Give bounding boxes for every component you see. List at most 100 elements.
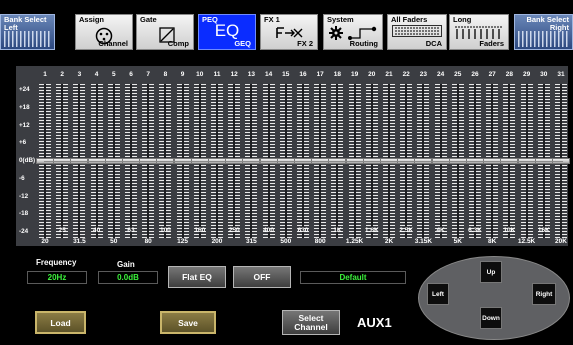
band-number-29: 29 (522, 71, 531, 78)
frequency-label: 3.15K (414, 238, 433, 245)
band-number-16: 16 (299, 71, 307, 78)
frequency-label: 20K (555, 238, 567, 245)
frequency-label: 4K (436, 227, 445, 234)
frequency-label: 8K (488, 238, 497, 245)
frequency-label: 2.5K (399, 227, 414, 234)
frequency-label: 50 (110, 238, 118, 245)
band-number-24: 24 (436, 71, 445, 78)
all-faders-button[interactable]: All Faders DCA (387, 14, 447, 50)
right-button[interactable]: Right (532, 283, 556, 305)
left-button[interactable]: Left (427, 283, 449, 305)
fx-subtitle: FX 2 (297, 39, 313, 48)
all-faders-title: All Faders (391, 15, 428, 24)
assign-channel-button[interactable]: Assign Channel (75, 14, 133, 50)
fx-effect-icon (276, 27, 303, 38)
channel-name-label: AUX1 (357, 315, 392, 330)
frequency-label: 63 (127, 227, 135, 234)
band-number-31: 31 (557, 71, 565, 78)
band-number-27: 27 (488, 71, 496, 78)
frequency-label: 160 (194, 227, 206, 234)
frequency-label: 1.6K (364, 227, 379, 234)
frequency-label: 16K (537, 227, 550, 234)
gate-subtitle: Comp (167, 39, 189, 48)
band-number-7: 7 (146, 71, 150, 78)
eq-main-label: EQ (214, 21, 240, 40)
frequency-label: 1K (333, 227, 342, 234)
frequency-label: 400 (263, 227, 275, 234)
fader-ticks-icon (518, 31, 569, 47)
band-number-19: 19 (350, 71, 359, 78)
all-faders-subtitle: DCA (425, 39, 442, 48)
band-number-2: 2 (60, 71, 64, 78)
frequency-display[interactable]: 20Hz (27, 271, 87, 284)
band-number-5: 5 (111, 71, 116, 78)
up-button[interactable]: Up (480, 261, 502, 283)
zero-db-line (44, 161, 563, 162)
frequency-label: 80 (144, 238, 152, 245)
band-number-20: 20 (368, 71, 376, 78)
frequency-label: 100 (159, 227, 171, 234)
frequency-label: 6.3K (468, 227, 482, 234)
system-routing-button[interactable]: System Routing (323, 14, 383, 50)
frequency-label: Frequency (36, 258, 77, 267)
bank-left-title: Bank Select Left (4, 15, 47, 32)
bank-right-title: Bank Select Right (526, 15, 569, 32)
eq-off-button[interactable]: OFF (233, 266, 291, 288)
band-number-21: 21 (385, 71, 393, 78)
bank-select-left-button[interactable]: Bank Select Left (0, 14, 55, 50)
gate-title: Gate (140, 15, 157, 24)
gain-label: Gain (117, 260, 135, 269)
band-number-9: 9 (180, 71, 185, 78)
frequency-label: 125 (177, 238, 189, 245)
band-number-18: 18 (333, 71, 341, 78)
band-number-11: 11 (213, 71, 221, 78)
band-number-3: 3 (77, 71, 82, 78)
gain-display[interactable]: 0.0dB (98, 271, 158, 284)
peq-subtitle: GEQ (234, 39, 251, 48)
long-fader-icon (455, 26, 503, 39)
frequency-label: 20 (41, 238, 49, 245)
band-number-15: 15 (282, 71, 290, 78)
navigation-pad: Up Left Right Down (418, 256, 570, 340)
geq-screen: Bank Select Left Assign Channel Gate Comp… (0, 0, 573, 345)
fader-grid-icon (392, 25, 442, 37)
band-number-6: 6 (129, 71, 133, 78)
frequency-label: 40 (92, 227, 101, 234)
band-number-28: 28 (505, 71, 513, 78)
assign-subtitle: Channel (98, 39, 128, 48)
gate-comp-button[interactable]: Gate Comp (136, 14, 194, 50)
frequency-label: 1.25K (345, 238, 364, 245)
graphic-eq-panel: 1 2 3 4 5 6 7 8 9 10 11 12 13 14 15 16 17 18 19 20 21 22 23 24 2… (16, 66, 570, 246)
load-button[interactable]: Load (35, 311, 86, 334)
system-subtitle: Routing (349, 39, 378, 48)
long-subtitle: Faders (479, 39, 504, 48)
band-number-14: 14 (264, 71, 273, 78)
band-number-30: 30 (540, 71, 548, 78)
band-number-17: 17 (316, 71, 324, 78)
long-faders-button[interactable]: Long Faders (449, 14, 509, 50)
frequency-label: 25 (58, 227, 66, 234)
frequency-label: 630 (297, 227, 309, 234)
long-title: Long (453, 15, 472, 24)
save-button[interactable]: Save (160, 311, 216, 334)
preset-name-display[interactable]: Default (300, 271, 406, 284)
band-number-22: 22 (402, 71, 410, 78)
frequency-label: 500 (280, 238, 292, 245)
band-number-12: 12 (230, 71, 238, 78)
down-button[interactable]: Down (480, 307, 502, 329)
peq-geq-button[interactable]: PEQ EQ GEQ (198, 14, 256, 50)
band-number-13: 13 (247, 71, 255, 78)
band-number-8: 8 (163, 71, 168, 78)
fx-button[interactable]: FX 1 FX 2 (260, 14, 318, 50)
bank-select-right-button[interactable]: Bank Select Right (514, 14, 573, 50)
top-nav-bar: Bank Select Left Assign Channel Gate Comp… (0, 0, 573, 52)
band-number-4: 4 (94, 71, 99, 78)
flat-eq-button[interactable]: Flat EQ (168, 266, 226, 288)
fader-ticks-icon (4, 31, 51, 47)
band-number-1: 1 (43, 71, 47, 78)
band-number-26: 26 (471, 71, 479, 78)
frequency-label: 31.5 (73, 238, 86, 245)
assign-title: Assign (79, 15, 105, 24)
system-title: System (327, 15, 354, 24)
select-channel-button[interactable]: Select Channel (282, 310, 340, 335)
